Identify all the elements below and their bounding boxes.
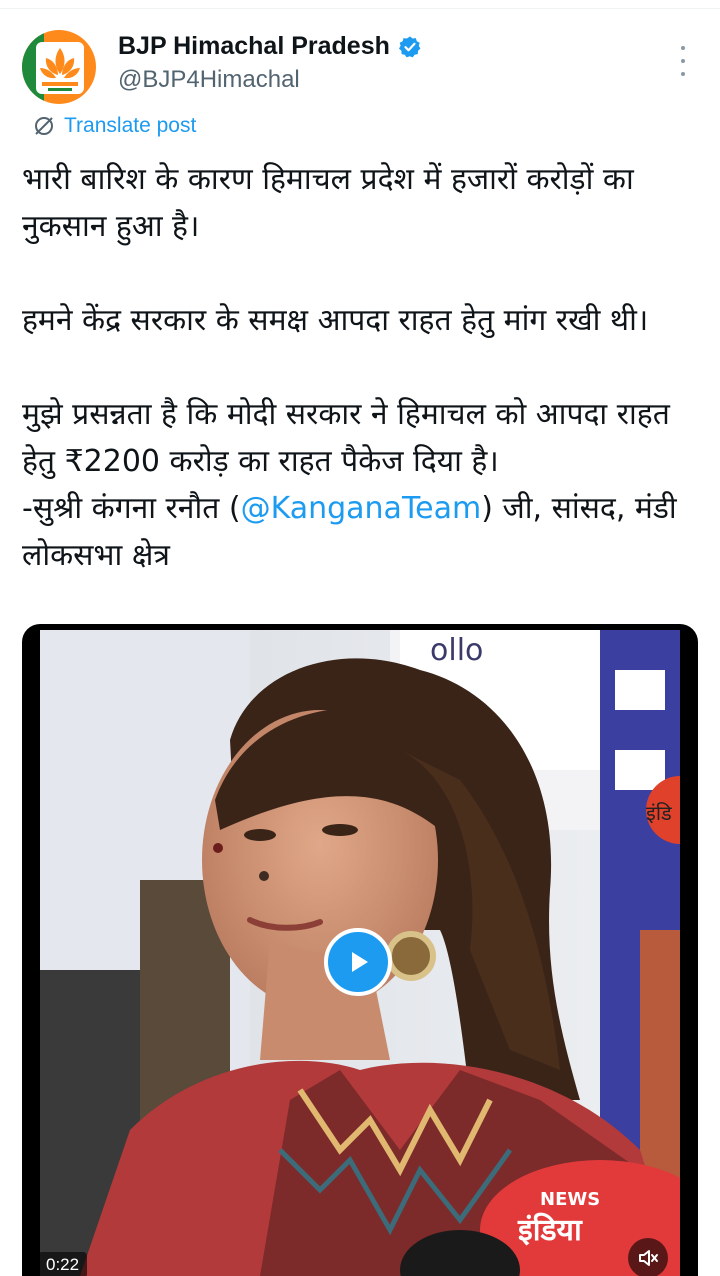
- post-paragraph-3-prefix: -सुश्री कंगना रनौत (: [22, 491, 241, 526]
- translate-label: Translate post: [64, 114, 197, 137]
- avatar[interactable]: [22, 30, 96, 104]
- post-paragraph-3: मुझे प्रसन्नता है कि मोदी सरकार ने हिमाच…: [22, 391, 698, 579]
- mute-button[interactable]: [628, 1238, 668, 1276]
- play-button[interactable]: [324, 928, 392, 996]
- lotus-logo-icon: [36, 42, 84, 94]
- display-name[interactable]: BJP Himachal Pradesh: [118, 32, 390, 61]
- speaker-muted-icon: [639, 1250, 658, 1266]
- more-options-icon[interactable]: [676, 46, 690, 76]
- mention-link[interactable]: @KanganaTeam: [241, 491, 482, 526]
- play-icon: [352, 952, 368, 972]
- translate-post-button[interactable]: Translate post: [32, 114, 196, 138]
- mic-logo-text: NEWS: [540, 1189, 600, 1210]
- wall-logo-text: इंडि: [646, 801, 672, 825]
- post-paragraph-2: हमने केंद्र सरकार के समक्ष आपदा राहत हेत…: [22, 303, 649, 338]
- name-row: BJP Himachal Pradesh: [118, 32, 422, 61]
- globe-icon: [35, 117, 53, 135]
- video-player[interactable]: ollo इंडि NEWS इंडिया 0:22: [22, 624, 698, 1276]
- post-paragraph-1: भारी बारिश के कारण हिमाचल प्रदेश में हजा…: [22, 162, 634, 244]
- verified-badge-icon: [398, 36, 421, 57]
- banner-text: ollo: [430, 633, 483, 668]
- video-timestamp: 0:22: [38, 1252, 88, 1276]
- account-handle[interactable]: @BJP4Himachal: [118, 66, 300, 94]
- post-paragraph-3-line-1: मुझे प्रसन्नता है कि मोदी सरकार ने हिमाच…: [22, 397, 670, 479]
- post-text: भारी बारिश के कारण हिमाचल प्रदेश में हजा…: [22, 156, 698, 579]
- mic-brand-text: इंडिया: [517, 1212, 583, 1248]
- top-divider: [0, 8, 720, 9]
